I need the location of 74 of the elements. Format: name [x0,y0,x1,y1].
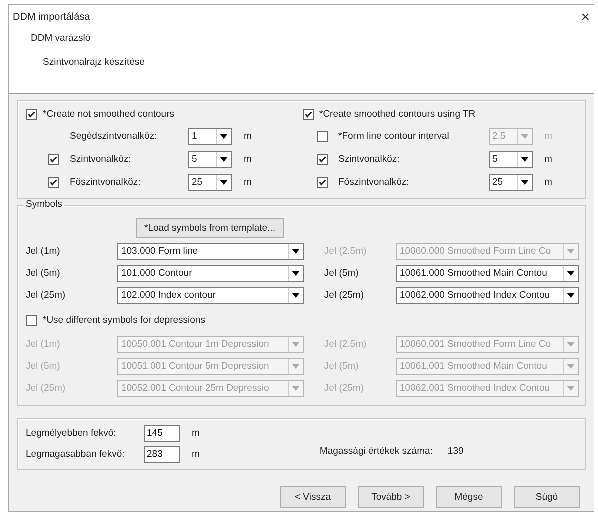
interval-combo[interactable]: 25 [488,174,532,190]
checkbox[interactable] [26,108,37,120]
dropdown-arrow-icon [516,152,532,166]
dropdown-arrow-icon [216,128,231,144]
unit-label: m [192,428,200,439]
symbol-label: Jel (5m) [26,361,62,372]
symbol-label: Jel (25m) [26,383,67,394]
dropdown-arrow-icon [216,152,231,166]
symbol-label: Jel (2.5m) [324,246,368,257]
unit-label: m [244,176,252,188]
wizard-button[interactable]: Tovább > [358,486,424,508]
checkbox[interactable] [302,108,314,120]
unit-label: m [544,176,552,188]
interval-combo[interactable]: 25 [188,174,232,190]
field-label: Segédszintvonalköz: [70,130,158,142]
checkbox[interactable] [26,314,37,326]
wizard-subtitle: Szintvonalrajz készítése [42,57,146,68]
field-label: *Form line contour interval [338,130,450,142]
wizard-button[interactable]: < Vissza [280,486,346,508]
height-input[interactable]: 145 [144,425,180,442]
symbol-label: Jel (25m) [26,290,67,301]
group-title: Symbols [24,199,64,210]
wizard-button[interactable]: Súgó [514,486,580,508]
checkbox-label: *Create smoothed contours using TR [320,108,476,120]
unit-label: m [192,449,200,460]
symbol-combo[interactable]: 101.000 Contour [117,265,304,282]
checkbox[interactable] [48,176,59,188]
symbol-combo[interactable]: 10061.000 Smoothed Main Contou [396,265,579,282]
dropdown-arrow-icon [216,174,231,190]
field-label: Főszintvonalköz: [338,176,410,188]
interval-combo[interactable]: 5 [488,150,532,168]
field-label: Legmagasabban fekvő: [26,449,126,460]
symbol-label: Jel (1m) [26,339,62,350]
field-label: Szintvonalköz: [338,154,401,164]
symbol-label: Jel (5m) [324,268,360,279]
symbol-label: Jel (1m) [26,246,62,257]
checkbox-label: *Create not smoothed contours [43,108,174,120]
unit-label: m [244,154,252,164]
unit-label: m [544,130,552,142]
dropdown-arrow-icon [516,128,532,144]
symbol-label: Jel (2.5m) [324,339,368,350]
dropdown-arrow-icon [563,337,578,352]
window-title: DDM importálása [13,12,90,22]
dropdown-arrow-icon [563,266,578,281]
dropdown-arrow-icon [563,381,578,396]
symbol-combo[interactable]: 102.000 Index contour [117,287,304,304]
wizard-title: DDM varázsló [31,33,92,44]
dropdown-arrow-icon [563,288,578,303]
dropdown-arrow-icon [563,244,578,259]
symbol-combo[interactable]: 10062.000 Smoothed Index Contou [396,287,579,304]
unit-label: m [544,154,552,164]
dropdown-arrow-icon [516,174,532,190]
count-label: Magassági értékek száma: [320,446,434,456]
checkbox[interactable] [48,154,59,164]
dropdown-arrow-icon [563,359,578,374]
load-template-button[interactable]: *Load symbols from template... [136,218,284,238]
symbol-label: Jel (5m) [324,361,360,372]
field-label: Főszintvonalköz: [70,176,142,188]
field-label: Szintvonalköz: [70,154,132,164]
symbol-label: Jel (25m) [324,383,366,394]
close-button[interactable]: × [577,8,594,26]
symbol-combo[interactable]: 103.000 Form line [117,243,304,260]
checkbox-label: *Use different symbols for depressions [43,314,206,326]
height-input[interactable]: 283 [144,446,180,463]
wizard-button[interactable]: Mégse [436,486,502,508]
field-label: Legmélyebben fekvő: [26,428,118,439]
symbol-label: Jel (5m) [26,268,62,279]
interval-combo[interactable]: 5 [188,150,232,168]
interval-combo[interactable]: 1 [188,128,232,144]
unit-label: m [244,130,252,142]
checkbox[interactable] [316,176,328,188]
count-value: 139 [448,446,464,456]
symbol-label: Jel (25m) [324,290,366,301]
checkbox[interactable] [316,154,328,164]
